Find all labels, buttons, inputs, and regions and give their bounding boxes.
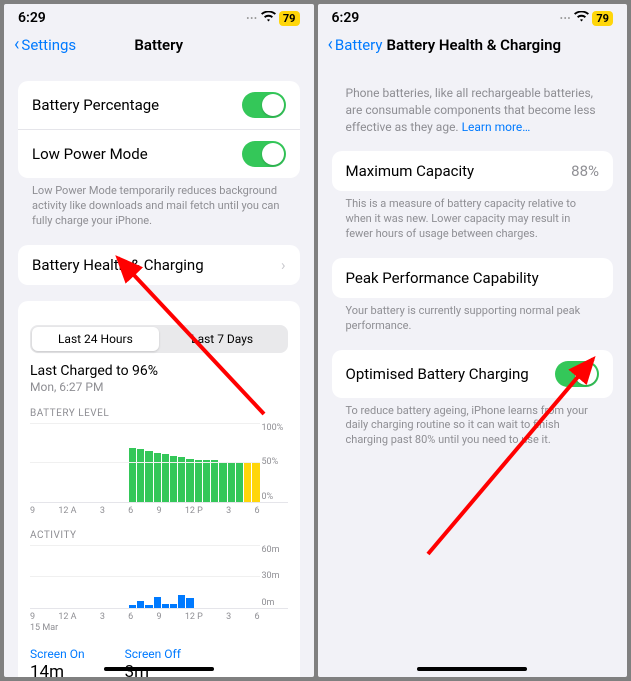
bar — [145, 605, 152, 607]
screen-stats: Screen On 14m Screen Off 3m — [30, 647, 288, 677]
content: Phone batteries, like all rechargeable b… — [318, 65, 628, 677]
back-button[interactable]: ‹ Settings — [14, 34, 76, 55]
status-time: 6:29 — [18, 10, 46, 26]
chevron-right-icon: › — [281, 256, 286, 274]
battery-health-row[interactable]: Battery Health & Charging › — [18, 245, 300, 285]
peak-desc: Your battery is currently supporting nor… — [332, 298, 614, 334]
activity-label: ACTIVITY — [30, 530, 288, 541]
row-label: Optimised Battery Charging — [346, 365, 529, 383]
activity-chart: 60m 30m 0m — [30, 545, 288, 609]
home-indicator[interactable] — [104, 667, 214, 671]
bar — [219, 462, 226, 502]
status-time: 6:29 — [332, 10, 360, 26]
cellular-icon: ••• — [560, 14, 572, 23]
usage-card: Last 24 Hours Last 7 Days Last Charged t… — [18, 301, 300, 677]
row-label: Peak Performance Capability — [346, 269, 539, 287]
bar — [203, 460, 210, 502]
status-right: ••• 79 — [560, 11, 613, 26]
toggle-on[interactable] — [242, 92, 286, 118]
bar — [145, 451, 152, 502]
seg-7d[interactable]: Last 7 Days — [159, 327, 286, 351]
seg-24h[interactable]: Last 24 Hours — [32, 327, 159, 351]
home-indicator[interactable] — [417, 667, 527, 671]
cellular-icon: ••• — [246, 14, 258, 23]
back-button[interactable]: ‹ Battery — [328, 34, 383, 55]
last-charged-sub: Mon, 6:27 PM — [30, 380, 288, 394]
peak-card: Peak Performance Capability — [332, 258, 614, 298]
screen-off-stat: Screen Off 3m — [125, 647, 181, 677]
max-capacity-desc: This is a measure of battery capacity re… — [332, 191, 614, 242]
status-right: ••• 79 — [246, 11, 299, 26]
bar — [178, 457, 185, 501]
stat-value: 14m — [30, 662, 85, 677]
bar — [178, 595, 185, 608]
low-power-mode-row[interactable]: Low Power Mode — [18, 129, 300, 178]
bar — [154, 453, 161, 502]
wifi-icon — [574, 11, 589, 26]
time-range-segmented[interactable]: Last 24 Hours Last 7 Days — [30, 325, 288, 353]
wifi-icon — [261, 11, 276, 26]
learn-more-link[interactable]: Learn more… — [462, 120, 531, 134]
toggle-on[interactable] — [242, 141, 286, 167]
low-power-description: Low Power Mode temporarily reduces backg… — [18, 178, 300, 229]
page-title: Battery Health & Charging — [387, 36, 618, 54]
bar — [228, 462, 235, 502]
battery-status-icon: 79 — [592, 11, 613, 26]
screen-battery-health: 6:29 ••• 79 ‹ Battery Battery Health & C… — [318, 4, 628, 677]
bar — [186, 598, 193, 607]
screen-battery: 6:29 ••• 79 ‹ Settings Battery Battery P… — [4, 4, 314, 677]
battery-level-chart: 100% 50% 0% — [30, 423, 288, 503]
health-card: Battery Health & Charging › — [18, 245, 300, 285]
toggle-on[interactable] — [555, 361, 599, 387]
max-capacity-row[interactable]: Maximum Capacity 88% — [332, 151, 614, 191]
nav-bar: ‹ Settings Battery — [4, 28, 314, 65]
nav-bar: ‹ Battery Battery Health & Charging — [318, 28, 628, 65]
battery-percentage-row[interactable]: Battery Percentage — [18, 81, 300, 129]
row-label: Low Power Mode — [32, 145, 148, 163]
bar — [186, 459, 193, 502]
y-axis-labels: 100% 50% 0% — [262, 423, 288, 502]
bar — [154, 597, 161, 608]
bar — [129, 448, 136, 502]
row-label: Battery Percentage — [32, 96, 159, 114]
chevron-left-icon: ‹ — [14, 34, 19, 55]
x-axis-labels: 912 A 36 912 P 36 — [30, 506, 288, 516]
y-axis-labels: 60m 30m 0m — [262, 545, 288, 608]
opt-charging-row[interactable]: Optimised Battery Charging — [332, 350, 614, 398]
opt-desc: To reduce battery ageing, iPhone learns … — [332, 398, 614, 449]
bar — [170, 604, 177, 607]
bar — [137, 601, 144, 607]
max-capacity-card: Maximum Capacity 88% — [332, 151, 614, 191]
bar — [137, 449, 144, 501]
last-charged-title: Last Charged to 96% — [30, 363, 288, 379]
status-bar: 6:29 ••• 79 — [318, 4, 628, 28]
bar — [211, 460, 218, 501]
battery-status-icon: 79 — [279, 11, 300, 26]
chevron-left-icon: ‹ — [328, 34, 333, 55]
bar — [252, 463, 259, 502]
bar — [162, 604, 169, 607]
peak-row[interactable]: Peak Performance Capability — [332, 258, 614, 298]
row-value: 88% — [571, 162, 599, 180]
x-axis-date: 15 Mar — [30, 623, 288, 633]
bar — [236, 463, 243, 502]
opt-charging-card: Optimised Battery Charging — [332, 350, 614, 398]
battery-level-label: BATTERY LEVEL — [30, 408, 288, 419]
status-bar: 6:29 ••• 79 — [4, 4, 314, 28]
content: Battery Percentage Low Power Mode Low Po… — [4, 65, 314, 677]
stat-label: Screen Off — [125, 647, 181, 661]
x-axis-labels: 912 A 36 912 P 36 — [30, 612, 288, 622]
bar — [244, 463, 251, 502]
intro-text: Phone batteries, like all rechargeable b… — [332, 65, 614, 135]
toggle-card: Battery Percentage Low Power Mode — [18, 81, 300, 178]
back-label: Settings — [21, 36, 76, 54]
screen-on-stat: Screen On 14m — [30, 647, 85, 677]
bar — [195, 460, 202, 502]
row-label: Battery Health & Charging — [32, 256, 204, 274]
back-label: Battery — [335, 36, 383, 54]
stat-label: Screen On — [30, 647, 85, 661]
bar — [129, 605, 136, 607]
row-label: Maximum Capacity — [346, 162, 475, 180]
